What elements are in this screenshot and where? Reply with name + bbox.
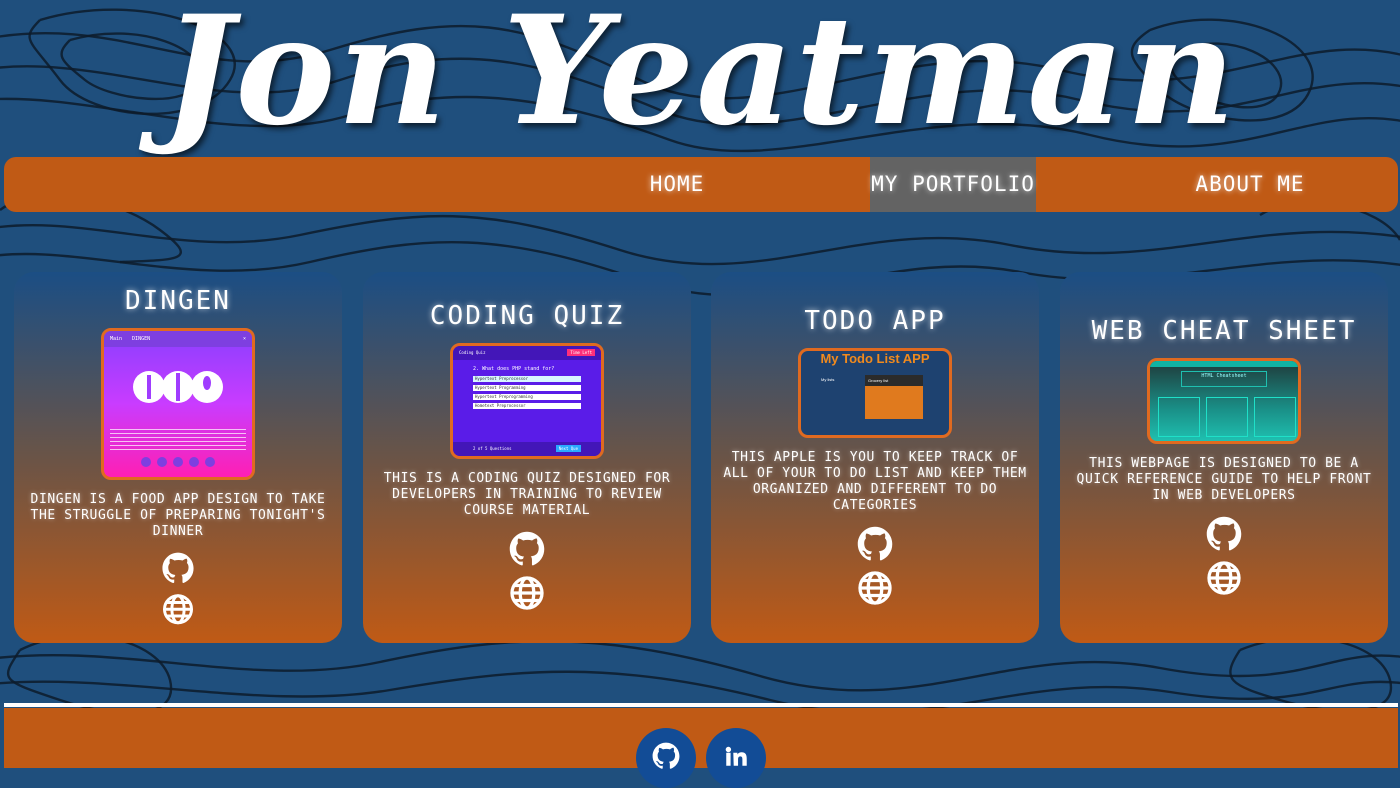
thumb-todo-panel: Grocery list: [865, 374, 923, 419]
thumb-quiz-answer: Hypertext Preprocessor: [473, 375, 581, 382]
project-thumbnail-web-cheat-sheet[interactable]: HTML Cheatsheet: [1147, 357, 1301, 444]
project-title: Todo App: [804, 305, 946, 336]
project-card-web-cheat-sheet: Web Cheat Sheet HTML Cheatsheet This web…: [1060, 272, 1388, 643]
globe-icon[interactable]: [509, 575, 545, 611]
thumb-cheat-column: [1206, 396, 1248, 437]
project-thumbnail-todo-app[interactable]: My Todo List APP My lists Grocery list: [798, 347, 952, 438]
thumb-quiz-title: Coding Quiz: [459, 350, 486, 355]
project-description: This Apple is you to keep track of all o…: [723, 449, 1027, 513]
project-card-coding-quiz: Coding Quiz Coding Quiz Time Left 2. Wha…: [363, 272, 691, 643]
globe-icon[interactable]: [857, 570, 893, 606]
thumb-cheat-topbar: [1150, 360, 1298, 367]
thumb-todo-heading: My Todo List APP: [820, 350, 930, 366]
project-title: Coding Quiz: [429, 300, 625, 331]
cutlery-logo-icon: [133, 371, 223, 403]
thumb-quiz-answer: Hypertext Preprogramming: [473, 393, 581, 400]
github-icon[interactable]: [160, 552, 196, 584]
project-card-todo-app: Todo App My Todo List APP My lists Groce…: [711, 272, 1039, 643]
thumb-social-row: [104, 457, 252, 468]
thumb-close: ×: [242, 336, 246, 342]
globe-icon[interactable]: [160, 593, 196, 625]
nav-portfolio[interactable]: My Portfolio: [870, 157, 1036, 212]
project-thumbnail-coding-quiz[interactable]: Coding Quiz Time Left 2. What does PHP s…: [450, 342, 604, 459]
thumb-quiz-answer: Hypertext Programming: [473, 384, 581, 391]
footer-divider: [4, 703, 1398, 707]
thumb-cheat-heading: HTML Cheatsheet: [1181, 370, 1267, 387]
project-title: Web Cheat Sheet: [1091, 315, 1357, 346]
footer-github-button[interactable]: [636, 728, 696, 788]
thumb-todo-lists: My lists: [821, 377, 867, 419]
footer-linkedin-button[interactable]: [706, 728, 766, 788]
project-card-dingen: DINGEN Main DINGEN × DINGEN is a food ap…: [14, 272, 342, 643]
footer: [4, 708, 1398, 768]
thumb-quiz-question: 2. What does PHP stand for?: [473, 365, 555, 372]
navbar: Home My Portfolio About Me: [4, 157, 1398, 212]
thumb-cheat-column: [1254, 396, 1296, 437]
github-icon: [652, 742, 680, 769]
thumb-brand: Main: [110, 336, 123, 342]
thumb-cheat-column: [1158, 396, 1200, 437]
thumb-todo-lists-title: My lists: [821, 376, 835, 382]
project-description: This is a coding quiz designed for devel…: [383, 470, 671, 518]
project-description: This webpage is designed to be a quick r…: [1076, 455, 1372, 503]
thumb-quiz-timer: Time Left: [567, 349, 595, 356]
thumb-header-title: DINGEN: [132, 336, 151, 342]
globe-icon[interactable]: [1206, 560, 1242, 596]
github-icon[interactable]: [857, 526, 893, 562]
github-icon[interactable]: [1206, 516, 1242, 552]
thumb-quiz-next: Next Que: [555, 445, 581, 452]
project-description: DINGEN is a food app design to take the …: [30, 492, 326, 540]
project-thumbnail-dingen[interactable]: Main DINGEN ×: [101, 328, 255, 481]
nav-home[interactable]: Home: [604, 157, 750, 212]
thumb-quiz-header: Coding Quiz Time Left: [453, 345, 601, 360]
linkedin-icon: [725, 746, 747, 766]
thumb-text-lines: [110, 429, 246, 451]
site-title: Jon Yeatman: [162, 0, 1238, 159]
thumb-todo-panel-title: Grocery list: [865, 374, 923, 386]
thumb-quiz-answer: Hometext Preprocessor: [473, 402, 581, 409]
thumb-header: Main DINGEN ×: [104, 331, 252, 347]
project-title: DINGEN: [125, 286, 231, 316]
thumb-quiz-footer: 2 of 5 Questions Next Que: [453, 441, 601, 456]
thumb-quiz-progress: 2 of 5 Questions: [473, 446, 512, 451]
nav-about-me[interactable]: About Me: [1164, 157, 1336, 212]
github-icon[interactable]: [509, 531, 545, 567]
